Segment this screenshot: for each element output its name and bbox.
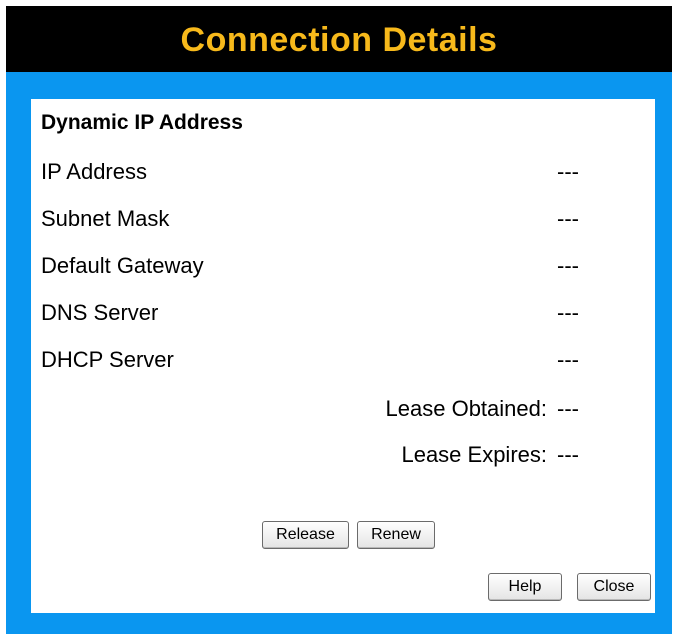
dhcp-server-label: DHCP Server	[41, 347, 174, 372]
ip-address-label: IP Address	[41, 159, 147, 184]
connection-details-window: Connection Details Dynamic IP Address IP…	[6, 6, 672, 634]
details-panel: Dynamic IP Address IP Address --- Subnet…	[31, 99, 655, 613]
default-gateway-value: ---	[557, 253, 579, 278]
subnet-mask-value: ---	[557, 206, 579, 231]
renew-button[interactable]: Renew	[357, 521, 435, 549]
lease-expires-value: ---	[557, 442, 579, 467]
detail-row-dhcp-server: DHCP Server ---	[41, 347, 601, 377]
detail-row-dns-server: DNS Server ---	[41, 300, 601, 330]
lease-obtained-label: Lease Obtained:	[385, 396, 547, 421]
detail-row-ip-address: IP Address ---	[41, 159, 601, 189]
window-title: Connection Details	[180, 20, 498, 59]
lease-obtained-value: ---	[557, 396, 579, 421]
default-gateway-label: Default Gateway	[41, 253, 204, 278]
subnet-mask-label: Subnet Mask	[41, 206, 170, 231]
release-button[interactable]: Release	[262, 521, 349, 549]
ip-address-value: ---	[557, 159, 579, 184]
dhcp-server-value: ---	[557, 347, 579, 372]
dns-server-label: DNS Server	[41, 300, 159, 325]
section-heading: Dynamic IP Address	[41, 111, 243, 134]
close-button[interactable]: Close	[577, 573, 651, 601]
lease-expires-label: Lease Expires:	[401, 442, 547, 467]
dns-server-value: ---	[557, 300, 579, 325]
lease-expires-row: Lease Expires: ---	[41, 442, 601, 472]
title-bar: Connection Details	[6, 6, 672, 72]
detail-row-subnet-mask: Subnet Mask ---	[41, 206, 601, 236]
help-button[interactable]: Help	[488, 573, 562, 601]
lease-obtained-row: Lease Obtained: ---	[41, 396, 601, 426]
detail-row-default-gateway: Default Gateway ---	[41, 253, 601, 283]
